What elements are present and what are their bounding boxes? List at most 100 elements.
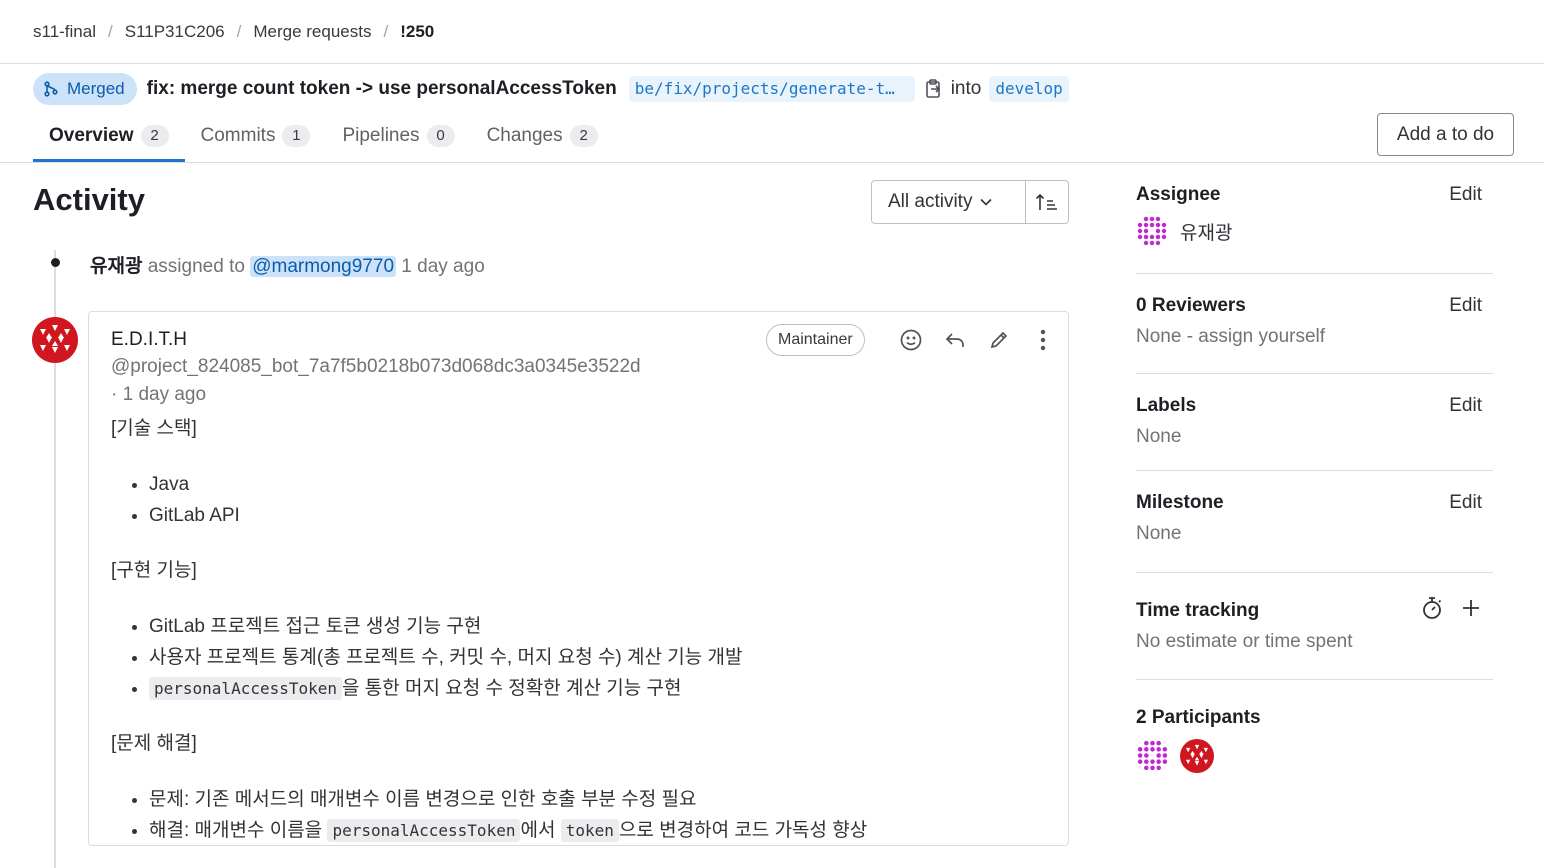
problem-list: 문제: 기존 메서드의 매개변수 이름 변경으로 인한 호출 부분 수정 필요 … <box>111 784 1051 846</box>
sidebar-assignee: Assignee Edit 유재광 <box>1136 184 1493 247</box>
event-time: 1 day ago <box>401 256 485 277</box>
note-author-avatar[interactable] <box>32 317 78 363</box>
system-note: 유재광 assigned to @marmong9770 1 day ago <box>90 251 485 278</box>
into-label: into <box>950 78 982 99</box>
sidebar-milestone: Milestone Edit None <box>1136 492 1493 545</box>
edit-comment-button[interactable] <box>977 326 1021 354</box>
note-body: [기술 스택] Java GitLab API [구현 기능] GitLab 프… <box>111 417 1051 868</box>
merged-status-badge: Merged <box>33 73 137 105</box>
activity-title: Activity <box>33 182 145 217</box>
labels-title: Labels <box>1136 395 1197 416</box>
stopwatch-icon[interactable] <box>1421 596 1443 620</box>
breadcrumb-separator: / <box>108 22 113 41</box>
sidebar-reviewers: 0 Reviewers Edit None - assign yourself <box>1136 295 1493 348</box>
inline-code: personalAccessToken <box>327 819 521 842</box>
mr-title: fix: merge count token -> use personalAc… <box>146 78 617 99</box>
role-badge: Maintainer <box>766 324 865 356</box>
milestone-value: None <box>1136 523 1182 544</box>
breadcrumb-project[interactable]: S11P31C206 <box>125 22 225 42</box>
kebab-icon <box>1040 329 1046 351</box>
tab-changes[interactable]: Changes 2 <box>471 112 614 160</box>
add-todo-button[interactable]: Add a to do <box>1377 113 1514 156</box>
activity-filter-dropdown[interactable]: All activity <box>871 180 1026 224</box>
user-mention[interactable]: @marmong9770 <box>250 256 397 277</box>
source-branch[interactable]: be/fix/projects/generate-t… <box>628 76 915 102</box>
tab-overview[interactable]: Overview 2 <box>33 112 185 162</box>
sidebar-divider <box>1136 273 1493 274</box>
copy-branch-icon[interactable] <box>925 79 943 99</box>
note-actions <box>889 326 1065 354</box>
list-item: 사용자 프로젝트 통계(총 프로젝트 수, 커밋 수, 머지 요청 수) 계산 … <box>149 642 1051 673</box>
labels-value: None <box>1136 426 1182 447</box>
breadcrumb-separator: / <box>383 22 389 41</box>
note-author-name[interactable]: E.D.I.T.H <box>111 329 187 351</box>
sidebar-time-tracking: Time tracking No estimate or time spent <box>1136 597 1493 653</box>
assignee-name: 유재광 <box>1180 222 1233 244</box>
participants-title: 2 Participants <box>1136 707 1261 728</box>
breadcrumb-separator: / <box>236 22 242 41</box>
target-branch[interactable]: develop <box>989 76 1069 102</box>
reviewers-edit-button[interactable]: Edit <box>1449 295 1482 317</box>
milestone-title: Milestone <box>1136 492 1224 513</box>
breadcrumb: s11-final / S11P31C206 / Merge requests … <box>33 20 434 44</box>
merged-status-label: Merged <box>67 79 125 98</box>
smiley-icon <box>900 329 922 351</box>
list-item: Java <box>149 469 1051 500</box>
reviewers-value[interactable]: None - assign yourself <box>1136 326 1493 348</box>
milestone-edit-button[interactable]: Edit <box>1449 492 1482 514</box>
list-item: 문제: 기존 메서드의 매개변수 이름 변경으로 인한 호출 부분 수정 필요 <box>149 784 1051 815</box>
tab-count: 2 <box>140 124 169 147</box>
list-item-text: 해결: 매개변수 이름을 <box>149 820 328 841</box>
tab-count: 0 <box>426 125 455 147</box>
pencil-icon <box>990 331 1008 349</box>
breadcrumb-group[interactable]: s11-final <box>33 22 96 42</box>
tab-label: Pipelines <box>342 125 420 146</box>
activity-filter-label: All activity <box>888 191 973 212</box>
reply-button[interactable] <box>933 326 977 354</box>
breadcrumb-item[interactable]: !250 <box>400 22 434 42</box>
participant-avatar[interactable] <box>1136 739 1169 773</box>
timeline-dot <box>51 258 60 267</box>
comment-note: E.D.I.T.H @project_824085_bot_7a7f5b0218… <box>88 311 1069 846</box>
event-author[interactable]: 유재광 <box>90 256 142 277</box>
assignee-edit-button[interactable]: Edit <box>1449 184 1482 206</box>
note-author-handle[interactable]: @project_824085_bot_7a7f5b0218b073d068dc… <box>111 356 641 378</box>
sidebar-divider <box>1136 373 1493 374</box>
avatar <box>1136 215 1168 247</box>
time-tracking-actions <box>1403 596 1481 620</box>
sidebar-participants: 2 Participants <box>1136 707 1493 773</box>
inline-code: token <box>560 819 619 842</box>
activity-filter: All activity <box>871 180 1069 224</box>
tab-label: Commits <box>200 125 276 146</box>
more-actions-button[interactable] <box>1021 326 1065 354</box>
sidebar-divider <box>1136 572 1493 573</box>
tab-count: 2 <box>569 125 598 147</box>
header-divider <box>0 63 1544 64</box>
list-item: 해결: 매개변수 이름을 personalAccessToken에서 token… <box>149 815 1051 846</box>
sort-direction-button[interactable] <box>1026 180 1069 224</box>
event-text: assigned to <box>147 256 245 277</box>
chevron-down-icon <box>980 198 993 206</box>
emoji-reaction-button[interactable] <box>889 326 933 354</box>
tab-label: Changes <box>486 125 563 146</box>
features-list: GitLab 프로젝트 접근 토큰 생성 기능 구현 사용자 프로젝트 통계(총… <box>111 611 1051 704</box>
participant-avatar[interactable] <box>1180 739 1214 773</box>
list-item: GitLab 프로젝트 접근 토큰 생성 기능 구현 <box>149 611 1051 642</box>
tab-commits[interactable]: Commits 1 <box>185 112 327 160</box>
note-timestamp[interactable]: · 1 day ago <box>111 384 206 406</box>
labels-edit-button[interactable]: Edit <box>1449 395 1482 417</box>
reviewers-title: 0 Reviewers <box>1136 295 1246 316</box>
tabs-divider <box>0 162 1544 163</box>
add-time-icon[interactable] <box>1461 598 1481 618</box>
list-item: personalAccessToken을 통한 머지 요청 수 정확한 계산 기… <box>149 673 1051 704</box>
reply-icon <box>945 333 964 347</box>
assignee-title: Assignee <box>1136 184 1221 205</box>
section-heading: [구현 기능] <box>111 560 197 581</box>
assignee-user[interactable]: 유재광 <box>1136 215 1493 247</box>
tab-pipelines[interactable]: Pipelines 0 <box>326 112 470 160</box>
sort-icon <box>1035 193 1057 210</box>
merge-icon <box>44 81 58 97</box>
section-heading: [기술 스택] <box>111 418 197 439</box>
breadcrumb-section[interactable]: Merge requests <box>253 22 371 42</box>
mr-title-row: Merged fix: merge count token -> use per… <box>33 73 1069 105</box>
